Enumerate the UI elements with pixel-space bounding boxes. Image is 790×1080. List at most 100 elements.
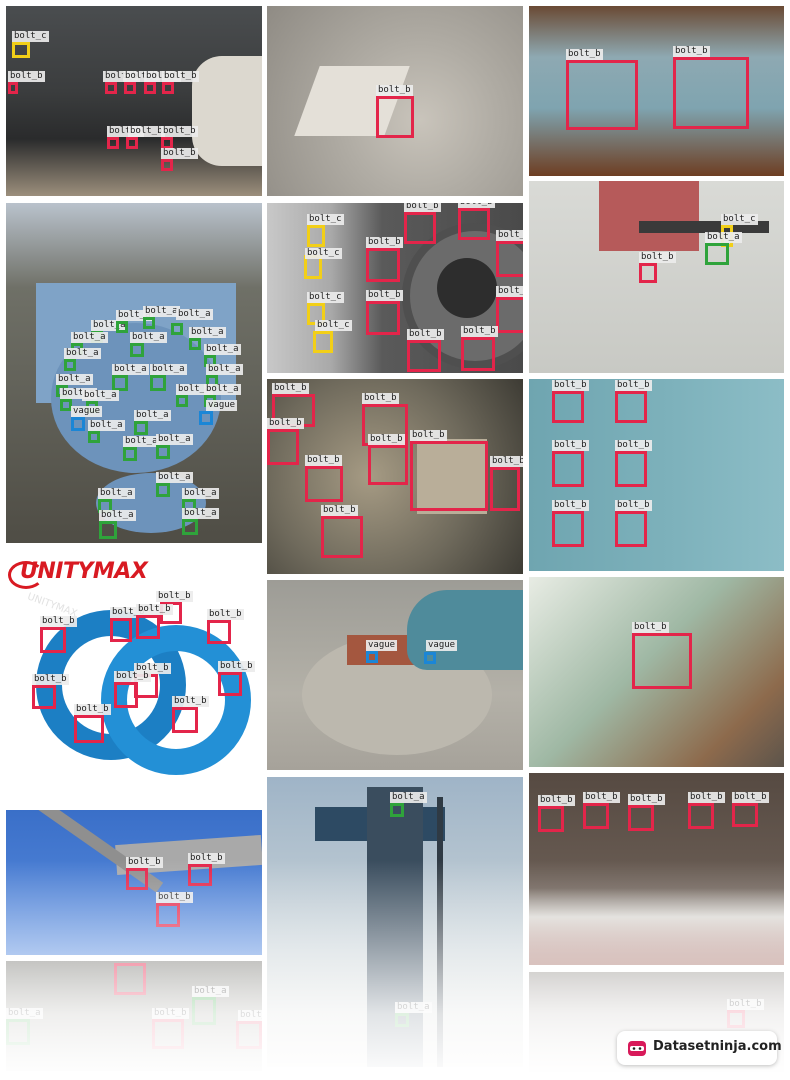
label-bolt-b: bolt_b — [496, 286, 523, 297]
label-bolt-b: bolt_b — [218, 661, 255, 672]
label-bolt-b: bolt_b — [128, 126, 165, 137]
tile-truck-frame: bolt_c bolt_b bolt_b bolt_b bolt_b bolt_… — [6, 6, 262, 196]
label-bolt-a: bolt_a — [176, 309, 213, 320]
label-bolt-a: bolt_a — [204, 384, 241, 395]
annotation-bolt-a — [395, 1013, 409, 1027]
label-bolt-b: bolt_b — [126, 857, 163, 868]
label-vague: vague — [206, 400, 238, 411]
annotation-bolt-b — [552, 391, 584, 423]
label-bolt-a: bolt_a — [143, 306, 180, 317]
label-bolt-b: bolt_b — [404, 203, 441, 212]
label-bolt-b: bolt_b — [615, 500, 652, 511]
annotation-bolt-b — [305, 466, 343, 502]
annotation-bolt-b — [732, 803, 758, 827]
annotation-bolt-b — [376, 96, 414, 138]
label-bolt-b: bolt_b — [407, 329, 444, 340]
label-bolt-b: bolt_b — [162, 71, 199, 82]
tile-bracket: bolt_c bolt_a bolt_b — [529, 181, 784, 373]
annotation-bolt-b — [8, 82, 18, 94]
tile-flange: bolt_c bolt_c bolt_c bolt_c bolt_b bolt_… — [267, 203, 523, 373]
annotation-bolt-b — [188, 864, 212, 886]
label-bolt-b: bolt_b — [368, 434, 405, 445]
label-bolt-b: bolt_b — [732, 792, 769, 803]
annotation-bolt-a — [64, 359, 76, 371]
label-bolt-b: bolt_b — [156, 591, 193, 602]
label-bolt-b: bolt_b — [628, 794, 665, 805]
annotation-bolt-a — [143, 317, 155, 329]
label-bolt-a: bolt_a — [156, 434, 193, 445]
label-bolt-b: bolt_b — [632, 622, 669, 633]
annotation-bolt-b — [152, 1019, 184, 1049]
annotation-bolt-b — [566, 60, 638, 130]
label-bolt-a: bolt_a — [150, 364, 187, 375]
annotation-bolt-b — [107, 137, 119, 149]
label-bolt-b: bolt_b — [32, 674, 69, 685]
annotation-bolt-a — [112, 375, 128, 391]
annotation-vague — [424, 652, 436, 664]
label-bolt-b: bolt_b — [673, 46, 710, 57]
annotation-bolt-b — [538, 806, 564, 832]
label-bolt-b: bolt_b — [538, 795, 575, 806]
label-bolt-b: bolt_b — [688, 792, 725, 803]
datasetninja-badge[interactable]: Datasetninja.com — [617, 1031, 782, 1065]
annotation-bolt-c — [12, 42, 30, 58]
label-bolt-b: bolt_b — [552, 500, 589, 511]
tile-cone: bolt_b — [267, 6, 523, 196]
annotation-bolt-a — [192, 997, 216, 1025]
annotation-bolt-a — [116, 321, 128, 333]
label-bolt-a: bolt_a — [112, 364, 149, 375]
label-bolt-a: bolt_a — [156, 472, 193, 483]
annotation-bolt-a — [390, 803, 404, 817]
tile-misc: bolt_a bolt_a bolt_b bolt_b — [6, 961, 262, 1071]
label-bolt-b: bolt_b — [267, 418, 304, 429]
label-bolt-b: bolt_b — [156, 892, 193, 903]
label-bolt-c: bolt_c — [12, 31, 49, 42]
label-bolt-b: bolt_b — [238, 1010, 262, 1021]
label-bolt-b: bolt_b — [376, 85, 413, 96]
label-bolt-b: bolt_b — [366, 237, 403, 248]
annotation-bolt-b — [126, 868, 148, 890]
tile-rusty: bolt_b bolt_b — [529, 6, 784, 176]
annotation-vague — [366, 651, 378, 663]
label-bolt-b: bolt_b — [366, 290, 403, 301]
label-bolt-b: bolt_b — [639, 252, 676, 263]
annotation-bolt-b — [615, 511, 647, 547]
annotation-bolt-a — [99, 521, 117, 539]
label-bolt-a: bolt_a — [6, 1008, 43, 1019]
label-bolt-b: bolt_b — [152, 1008, 189, 1019]
label-bolt-a: bolt_a — [705, 232, 742, 243]
label-bolt-a: bolt_a — [395, 1002, 432, 1013]
annotation-bolt-b — [632, 633, 692, 689]
annotation-bolt-b — [496, 297, 523, 333]
label-bolt-b: bolt_b — [74, 704, 111, 715]
annotation-bolt-b — [639, 263, 657, 283]
label-bolt-a: bolt_a — [98, 488, 135, 499]
annotation-bolt-b — [126, 137, 138, 149]
label-bolt-b: bolt_b — [615, 440, 652, 451]
tile-pillar: bolt_a bolt_a — [267, 777, 523, 1067]
annotation-bolt-b — [136, 615, 160, 639]
label-bolt-c: bolt_c — [721, 214, 758, 225]
annotation-bolt-a — [176, 395, 188, 407]
label-bolt-a: bolt_a — [204, 344, 241, 355]
annotation-vague — [71, 417, 85, 431]
label-bolt-a: bolt_a — [192, 986, 229, 997]
annotation-bolt-b — [32, 685, 56, 709]
annotation-bolt-b — [161, 159, 173, 171]
label-bolt-a: bolt_a — [71, 332, 108, 343]
label-bolt-a: bolt_a — [189, 327, 226, 338]
annotation-bolt-b — [207, 620, 231, 644]
label-bolt-b: bolt_b — [552, 380, 589, 391]
annotation-bolt-b — [366, 301, 400, 335]
annotation-bolt-a — [130, 343, 144, 357]
label-bolt-b: bolt_b — [490, 456, 523, 467]
annotation-bolt-a — [123, 447, 137, 461]
annotation-bolt-b — [74, 715, 104, 743]
tile-hdr: bolt_b bolt_b bolt_b bolt_b bolt_b bolt_… — [267, 379, 523, 574]
annotation-bolt-b — [583, 803, 609, 829]
label-bolt-b: bolt_b — [552, 440, 589, 451]
annotation-bolt-a — [171, 323, 183, 335]
label-bolt-b: bolt_b — [461, 326, 498, 337]
label-bolt-c: bolt_c — [307, 214, 344, 225]
annotation-bolt-b — [410, 441, 488, 511]
